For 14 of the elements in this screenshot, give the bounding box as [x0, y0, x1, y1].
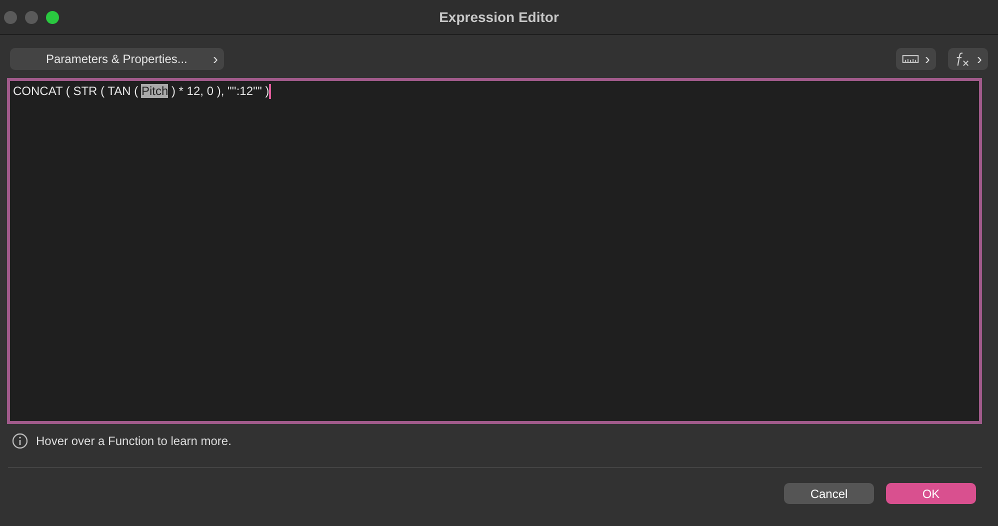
hint-text: Hover over a Function to learn more. [36, 434, 232, 448]
ruler-icon [902, 54, 919, 64]
zoom-button[interactable] [46, 10, 59, 24]
close-button[interactable] [4, 10, 17, 24]
ruler-menu-button[interactable]: › [896, 48, 936, 70]
cancel-button[interactable]: Cancel [784, 483, 874, 504]
parameters-dropdown[interactable]: Parameters & Properties... › [10, 48, 224, 70]
ok-button[interactable]: OK [886, 483, 976, 504]
expression-editor-field[interactable]: CONCAT ( STR ( TAN ( Pitch ) * 12, 0 ), "'':12''" ) [7, 78, 982, 424]
info-icon [12, 433, 28, 449]
minimize-button[interactable] [25, 10, 38, 24]
function-icon [954, 51, 971, 67]
window-title: Expression Editor [438, 9, 560, 25]
function-menu-button[interactable]: › [948, 48, 988, 70]
